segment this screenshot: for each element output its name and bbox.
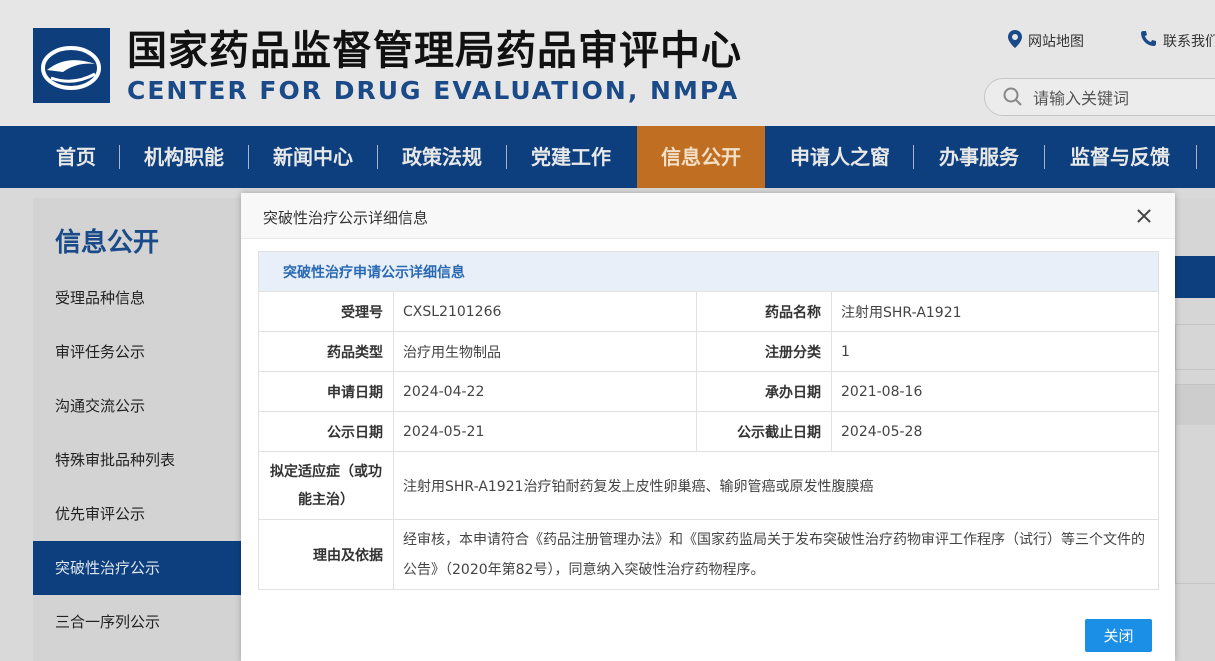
apply-date-value: 2024-04-22 [393,371,697,412]
search-input[interactable] [1033,87,1213,109]
sidebar-title: 信息公开 [55,228,160,258]
sidebar-item-breakthrough[interactable]: 突破性治疗公示 [33,541,241,595]
sidebar-item-accepted[interactable]: 受理品种信息 [33,271,241,325]
publish-date-value: 2024-05-21 [393,411,697,452]
contact-link[interactable]: 联系我们 [1140,30,1215,51]
sidebar-item-special-approval[interactable]: 特殊审批品种列表 [33,433,241,487]
field-label: 受理号 [258,291,394,332]
nav-item-functions[interactable]: 机构职能 [120,126,248,188]
reg-class-value: 1 [831,331,1159,372]
reason-value: 经审核，本申请符合《药品注册管理办法》和《国家药监局关于发布突破性治疗药物审评工… [393,519,1159,590]
site-header: 国家药品监督管理局药品审评中心 CENTER FOR DRUG EVALUATI… [0,0,1215,126]
site-title-en: CENTER FOR DRUG EVALUATION, NMPA [127,76,740,105]
site-title-cn: 国家药品监督管理局药品审评中心 [127,28,742,74]
background-table [1175,384,1215,584]
search-icon[interactable] [1003,87,1023,107]
phone-icon [1140,30,1157,51]
close-icon[interactable] [1133,205,1155,227]
drug-type-value: 治疗用生物制品 [393,331,697,372]
table-row: 拟定适应症（或功能主治） 注射用SHR-A1921治疗铂耐药复发上皮性卵巢癌、输… [258,451,1159,520]
nav-item-news[interactable]: 新闻中心 [249,126,377,188]
nav-item-info-public[interactable]: 信息公开 [637,126,765,188]
sidebar-item-priority-review[interactable]: 优先审评公示 [33,487,241,541]
field-label: 公示日期 [258,411,394,452]
modal-title: 突破性治疗公示详细信息 [263,209,429,227]
drug-name-value: 注射用SHR-A1921 [831,291,1159,332]
detail-modal: 突破性治疗公示详细信息 突破性治疗申请公示详细信息 受理号 CXSL210126… [241,193,1175,661]
publish-end-value: 2024-05-28 [831,411,1159,452]
detail-table: 突破性治疗申请公示详细信息 受理号 CXSL2101266 药品名称 注射用SH… [258,251,1159,590]
site-logo[interactable] [33,28,110,103]
sidebar: 信息公开 受理品种信息 审评任务公示 沟通交流公示 特殊审批品种列表 优先审评公… [33,198,241,661]
modal-header: 突破性治疗公示详细信息 [241,193,1175,239]
search-box[interactable] [984,78,1215,116]
sitemap-label: 网站地图 [1028,34,1084,50]
background-content [1175,198,1215,661]
sitemap-link[interactable]: 网站地图 [1008,30,1084,52]
nav-item-policy[interactable]: 政策法规 [378,126,506,188]
close-button[interactable]: 关闭 [1085,619,1152,652]
background-box [1175,324,1215,370]
accept-no-value: CXSL2101266 [393,291,697,332]
detail-caption: 突破性治疗申请公示详细信息 [258,251,1159,292]
field-label: 承办日期 [696,371,832,412]
nav-item-party[interactable]: 党建工作 [507,126,635,188]
field-label: 注册分类 [696,331,832,372]
main-nav: 首页 机构职能 新闻中心 政策法规 党建工作 信息公开 申请人之窗 办事服务 监… [0,126,1215,188]
nav-item-services[interactable]: 办事服务 [914,126,1044,188]
table-row: 受理号 CXSL2101266 药品名称 注射用SHR-A1921 [258,291,1159,332]
sidebar-item-three-in-one[interactable]: 三合一序列公示 [33,595,241,649]
nav-item-feedback[interactable]: 监督与反馈 [1045,126,1195,188]
field-label: 药品类型 [258,331,394,372]
nav-item-home[interactable]: 首页 [33,126,119,188]
field-label: 药品名称 [696,291,832,332]
sidebar-item-review-tasks[interactable]: 审评任务公示 [33,325,241,379]
nav-item-applicant[interactable]: 申请人之窗 [767,126,913,188]
table-row: 理由及依据 经审核，本申请符合《药品注册管理办法》和《国家药监局关于发布突破性治… [258,519,1159,590]
table-row: 公示日期 2024-05-21 公示截止日期 2024-05-28 [258,411,1159,452]
field-label: 拟定适应症（或功能主治） [258,451,394,520]
nav-divider [1196,145,1197,169]
field-label: 理由及依据 [258,519,394,590]
sidebar-item-communication[interactable]: 沟通交流公示 [33,379,241,433]
table-row: 药品类型 治疗用生物制品 注册分类 1 [258,331,1159,372]
contact-label: 联系我们 [1163,33,1215,50]
handle-date-value: 2021-08-16 [831,371,1159,412]
field-label: 申请日期 [258,371,394,412]
background-strip [1175,256,1215,298]
table-row: 申请日期 2024-04-22 承办日期 2021-08-16 [258,371,1159,412]
logo-emblem-icon [41,46,101,90]
indication-value: 注射用SHR-A1921治疗铂耐药复发上皮性卵巢癌、输卵管癌或原发性腹膜癌 [393,451,1159,520]
location-pin-icon [1008,30,1022,52]
field-label: 公示截止日期 [696,411,832,452]
